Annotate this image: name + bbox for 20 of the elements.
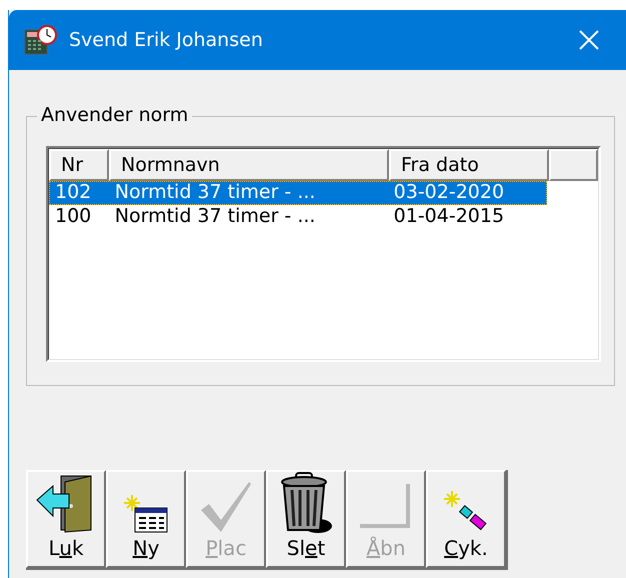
window-title: Svend Erik Johansen [69,29,264,51]
table-cell-text: Normtid 37 timer - ... [114,181,316,205]
table-cell-text: Normtid 37 timer - ... [114,205,316,229]
list-row[interactable]: 102 Normtid 37 timer - ... 03-02-2020 [49,181,547,205]
toolbar-button[interactable]: Cyk. [426,470,506,568]
table-cell-text: 100 [54,205,92,229]
checkmark-icon [199,480,253,534]
calculator-clock-icon [23,24,59,56]
trash-can-icon [278,472,334,534]
toolbar-button[interactable]: Slet [266,470,346,568]
table-cell-text: 01-04-2015 [392,205,506,229]
toolbar-button[interactable]: Luk [26,470,106,568]
toolbar-button[interactable]: Ny [106,470,186,568]
column-header[interactable]: Normnavn [109,149,389,181]
list-row[interactable]: 100 Normtid 37 timer - ... 01-04-2015 [49,205,547,229]
column-header[interactable]: Fra dato [389,149,549,181]
new-table-icon [123,494,169,534]
column-header[interactable]: Nr [49,149,109,181]
table-cell-text: 102 [54,181,92,205]
table-cell-text: 03-02-2020 [392,181,506,205]
